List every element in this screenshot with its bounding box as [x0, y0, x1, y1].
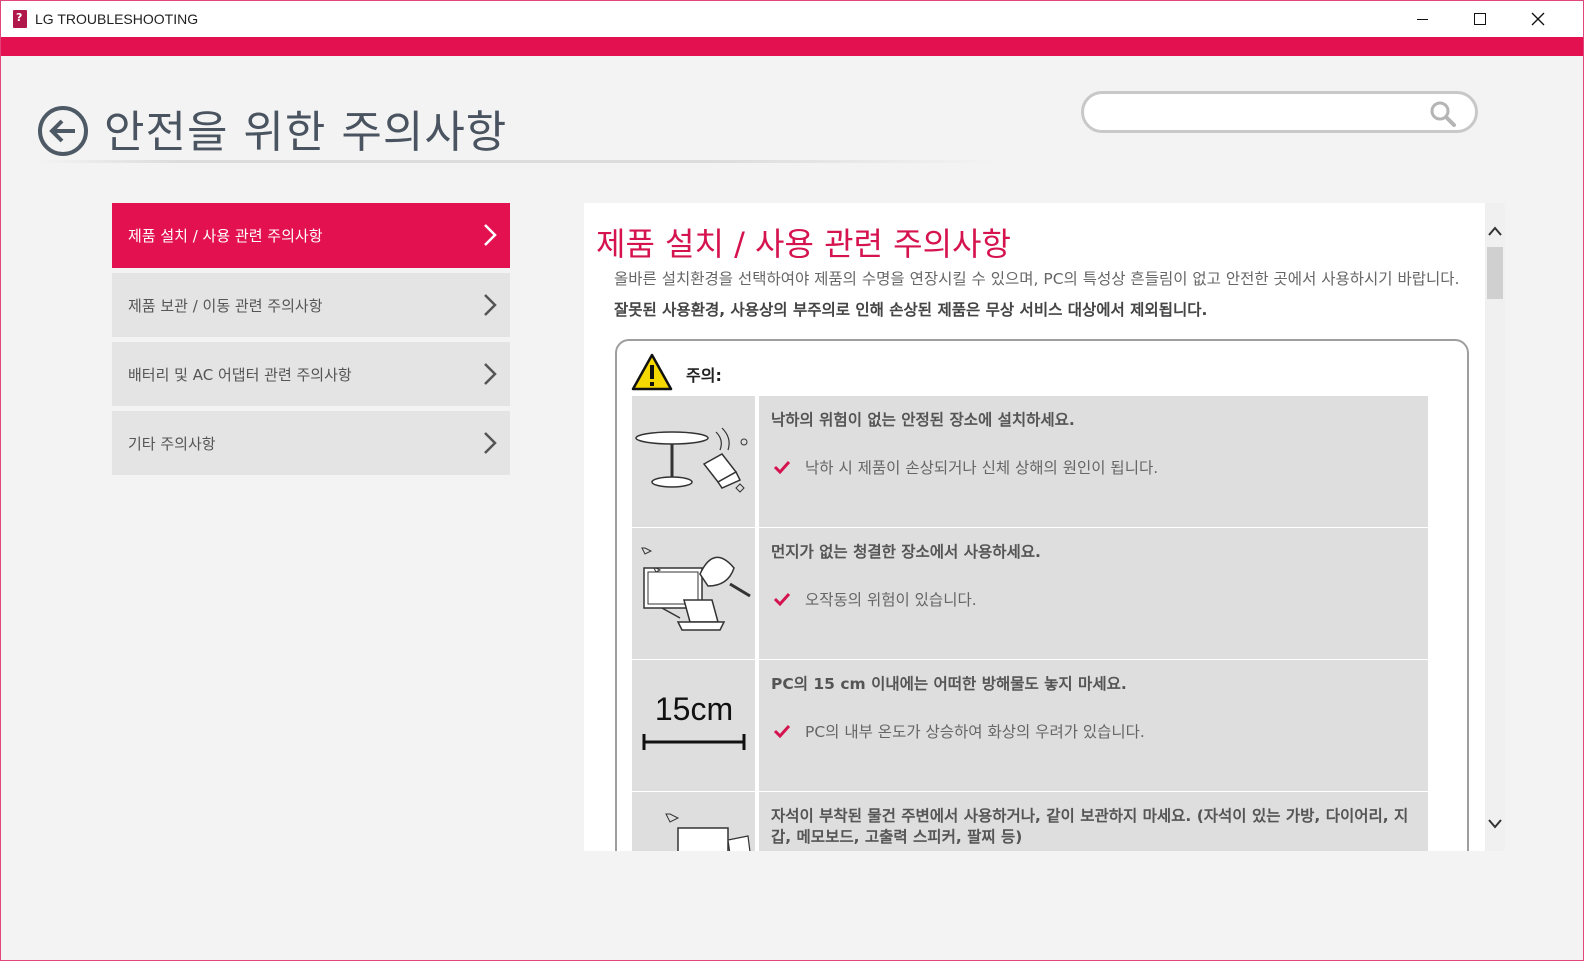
page-title: 안전을 위한 주의사항: [104, 107, 508, 158]
scroll-thumb[interactable]: [1487, 247, 1503, 299]
row-bullet: 낙하 시 제품이 손상되거나 신체 상해의 원인이 됩니다.: [773, 456, 1158, 478]
accent-bar: [1, 37, 1583, 56]
maximize-button[interactable]: [1451, 1, 1509, 37]
caution-row: 15cm PC의 15 cm 이내에는 어떠한 방해물도 놓지 마세요. PC의…: [632, 660, 1428, 791]
title-bar: LG TROUBLESHOOTING: [1, 1, 1583, 37]
sidebar-item-other[interactable]: 기타 주의사항: [112, 411, 510, 475]
row-bullet: PC의 내부 온도가 상승하여 화상의 우려가 있습니다.: [773, 720, 1145, 742]
sidebar-item-label: 제품 보관 / 이동 관련 주의사항: [128, 296, 323, 315]
maximize-icon: [1474, 13, 1486, 25]
minimize-button[interactable]: [1393, 1, 1451, 37]
row-bullet: 오작동의 위험이 있습니다.: [773, 588, 977, 610]
window-title: LG TROUBLESHOOTING: [35, 11, 199, 27]
warning-triangle-icon: [631, 353, 673, 391]
content-panel: 제품 설치 / 사용 관련 주의사항 올바른 설치환경을 선택하여야 제품의 수…: [584, 203, 1485, 851]
chevron-right-icon: [484, 224, 497, 246]
falling-laptop-icon: [635, 427, 748, 493]
content-title: 제품 설치 / 사용 관련 주의사항: [596, 225, 1011, 263]
chevron-down-icon: [1488, 819, 1502, 829]
row-text: 먼지가 없는 청결한 장소에서 사용하세요. 오작동의 위험이 있습니다.: [759, 528, 1428, 659]
caution-label: 주의:: [686, 366, 722, 385]
back-button[interactable]: [38, 106, 88, 156]
chevron-right-icon: [484, 432, 497, 454]
row-text: PC의 15 cm 이내에는 어떠한 방해물도 놓지 마세요. PC의 내부 온…: [759, 660, 1428, 791]
magnet-device-icon: [665, 813, 751, 851]
distance-label: 15cm: [655, 691, 733, 727]
sidebar-item-label: 제품 설치 / 사용 관련 주의사항: [128, 227, 323, 245]
row-bullet-text: PC의 내부 온도가 상승하여 화상의 우려가 있습니다.: [805, 723, 1145, 741]
scroll-up-button[interactable]: [1485, 219, 1505, 243]
close-button[interactable]: [1509, 1, 1567, 37]
row-bullet-text: 낙하 시 제품이 손상되거나 신체 상해의 원인이 됩니다.: [805, 459, 1159, 477]
row-illustration: 15cm: [632, 660, 755, 791]
content-scrollbar[interactable]: [1485, 203, 1505, 851]
intro-warning-text: 잘못된 사용환경, 사용상의 부주의로 인해 손상된 제품은 무상 서비스 대상…: [614, 301, 1208, 319]
check-icon: [773, 592, 791, 606]
caution-list: 낙하의 위험이 없는 안정된 장소에 설치하세요. 낙하 시 제품이 손상되거나…: [632, 396, 1428, 851]
sidebar: 제품 설치 / 사용 관련 주의사항 제품 보관 / 이동 관련 주의사항 배터…: [112, 203, 510, 480]
row-bullet-text: 오작동의 위험이 있습니다.: [805, 591, 977, 609]
caution-row: 자석이 부착된 물건 주변에서 사용하거나, 같이 보관하지 마세요. (자석이…: [632, 792, 1428, 851]
search-box[interactable]: [1081, 91, 1478, 133]
row-headline: 자석이 부착된 물건 주변에서 사용하거나, 같이 보관하지 마세요. (자석이…: [771, 807, 1409, 846]
search-icon[interactable]: [1429, 100, 1457, 128]
distance-15cm-icon: 15cm: [642, 691, 746, 750]
close-icon: [1531, 12, 1545, 26]
row-headline: PC의 15 cm 이내에는 어떠한 방해물도 놓지 마세요.: [771, 675, 1127, 693]
header-divider: [36, 160, 996, 163]
check-icon: [773, 460, 791, 474]
chevron-right-icon: [484, 363, 497, 385]
chevron-up-icon: [1488, 226, 1502, 236]
caution-row: 먼지가 없는 청결한 장소에서 사용하세요. 오작동의 위험이 있습니다.: [632, 528, 1428, 659]
sidebar-item-label: 배터리 및 AC 어댑터 관련 주의사항: [128, 365, 352, 384]
app-icon: [13, 10, 27, 28]
sidebar-item-battery-adapter[interactable]: 배터리 및 AC 어댑터 관련 주의사항: [112, 342, 510, 406]
row-text: 낙하의 위험이 없는 안정된 장소에 설치하세요. 낙하 시 제품이 손상되거나…: [759, 396, 1428, 527]
dust-cleaning-icon: [641, 547, 751, 631]
row-headline: 먼지가 없는 청결한 장소에서 사용하세요.: [771, 543, 1041, 561]
sidebar-item-label: 기타 주의사항: [128, 434, 216, 453]
intro-text: 올바른 설치환경을 선택하여야 제품의 수명을 연장시킬 수 있으며, PC의 …: [614, 270, 1460, 288]
caution-row: 낙하의 위험이 없는 안정된 장소에 설치하세요. 낙하 시 제품이 손상되거나…: [632, 396, 1428, 527]
check-icon: [773, 724, 791, 738]
scroll-down-button[interactable]: [1485, 811, 1505, 835]
caution-box: 주의: 낙하의 위험이 없는 안정된 장소에 설치하세요. 낙하 시 제품이 손…: [615, 339, 1469, 851]
row-illustration: [632, 396, 755, 527]
search-input[interactable]: [1102, 102, 1432, 124]
row-text: 자석이 부착된 물건 주변에서 사용하거나, 같이 보관하지 마세요. (자석이…: [759, 792, 1428, 851]
sidebar-item-storage-move[interactable]: 제품 보관 / 이동 관련 주의사항: [112, 273, 510, 337]
row-headline: 낙하의 위험이 없는 안정된 장소에 설치하세요.: [771, 411, 1075, 429]
chevron-right-icon: [484, 294, 497, 316]
sidebar-item-install-use[interactable]: 제품 설치 / 사용 관련 주의사항: [112, 203, 510, 268]
back-arrow-icon: [49, 119, 75, 143]
row-illustration: [632, 528, 755, 659]
row-illustration: [632, 792, 755, 851]
minimize-icon: [1416, 18, 1428, 20]
